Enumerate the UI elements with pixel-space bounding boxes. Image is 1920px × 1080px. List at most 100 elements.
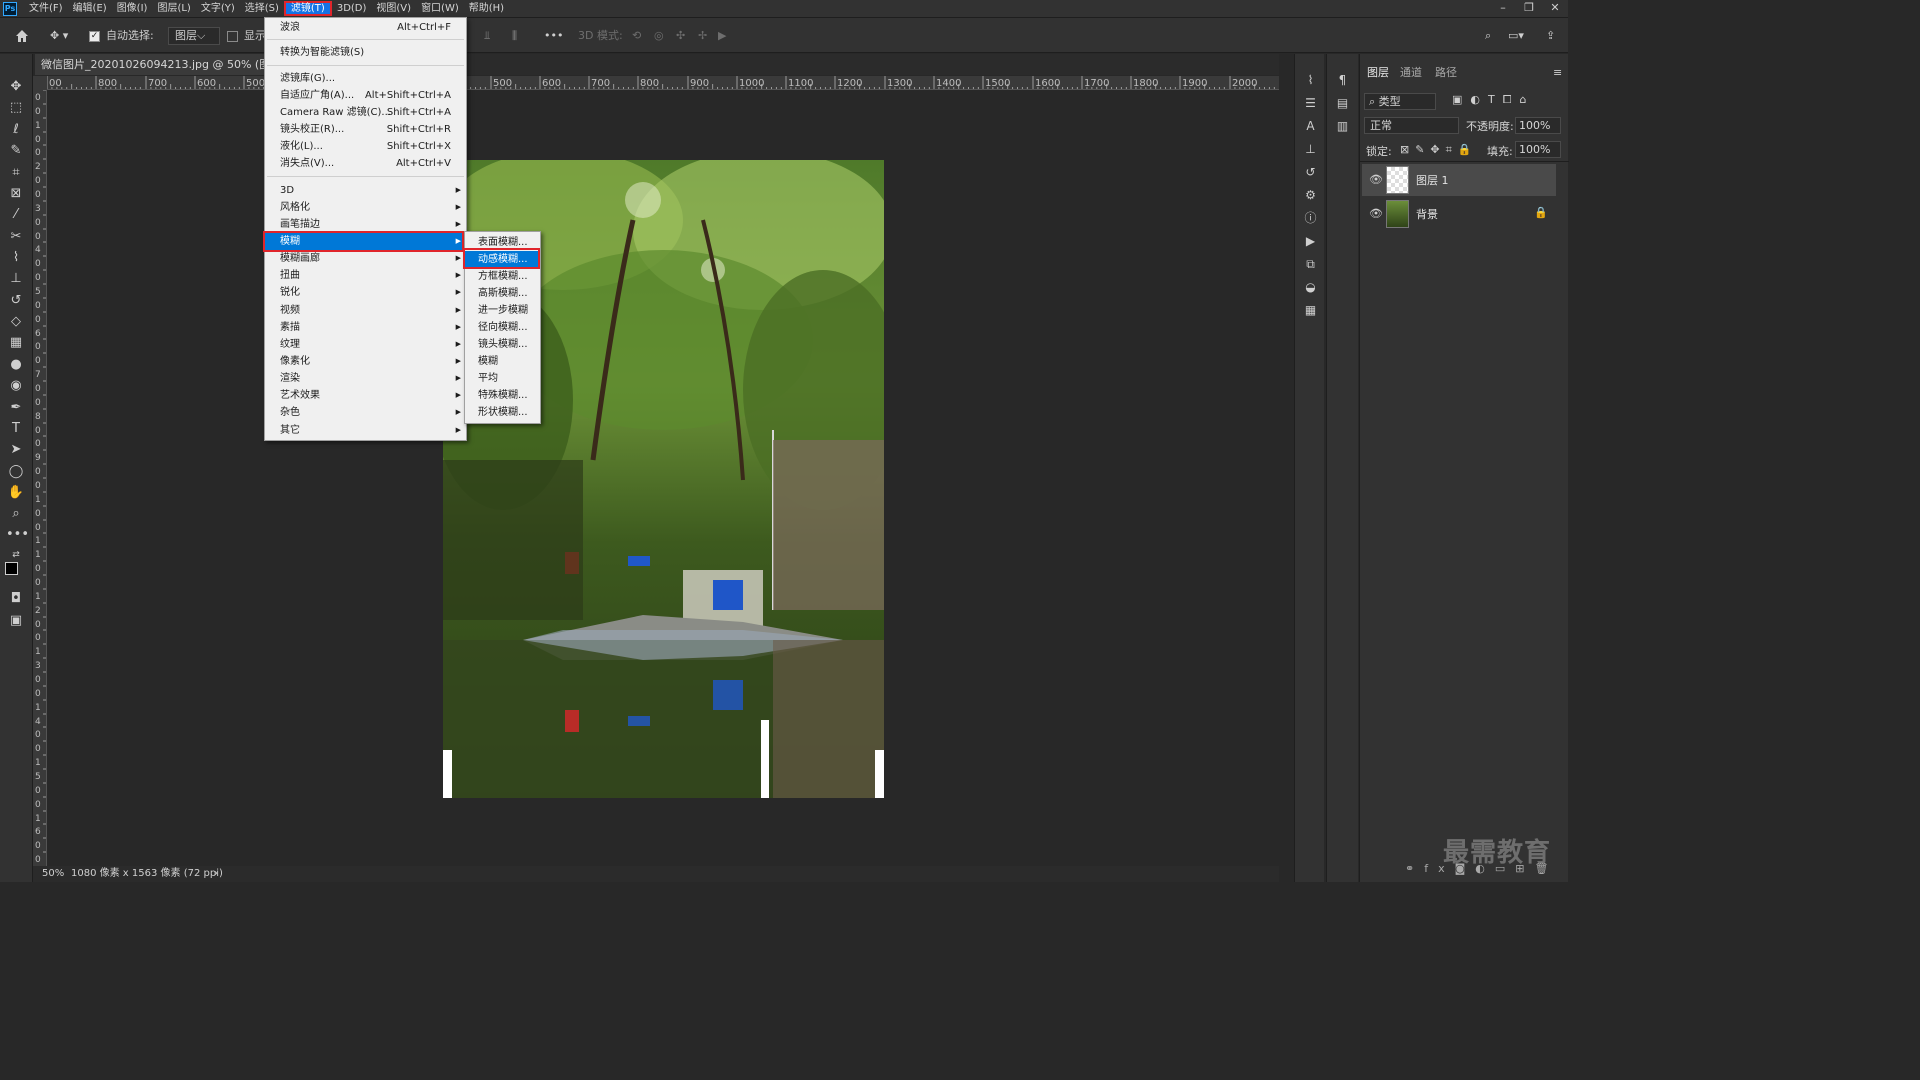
- menu-item-vanishing-point[interactable]: 消失点(V)... Alt+Ctrl+V: [265, 155, 466, 172]
- libraries-icon[interactable]: ▤: [1334, 95, 1351, 112]
- menu-filter[interactable]: 滤镜(T): [283, 1, 332, 16]
- 3d-panel-icon[interactable]: ◒: [1302, 279, 1319, 296]
- 3d-roll-icon[interactable]: ◎: [654, 18, 664, 54]
- tab-channels[interactable]: 通道: [1400, 64, 1422, 80]
- menu-item-texture[interactable]: 纹理 ▶: [265, 336, 466, 353]
- close-button[interactable]: ✕: [1542, 0, 1568, 17]
- menu-item-blur-simple[interactable]: 模糊: [465, 353, 540, 370]
- info-icon[interactable]: ⓘ: [1302, 210, 1319, 227]
- menu-item-3d[interactable]: 3D ▶: [265, 182, 466, 199]
- tool-presets-icon[interactable]: ⚙: [1302, 187, 1319, 204]
- menu-item-brush-strokes[interactable]: 画笔描边 ▶: [265, 216, 466, 233]
- distribute-icon[interactable]: ⫼: [512, 18, 517, 54]
- menu-item-average[interactable]: 平均: [465, 370, 540, 387]
- gradient-tool-icon[interactable]: ▦: [6, 334, 26, 352]
- adjustments-icon[interactable]: ☰: [1302, 95, 1319, 112]
- menu-item-distort[interactable]: 扭曲 ▶: [265, 267, 466, 284]
- more-options-icon[interactable]: •••: [544, 18, 563, 54]
- actions-icon[interactable]: ▶: [1302, 233, 1319, 250]
- lasso-tool-icon[interactable]: ℓ: [6, 121, 26, 139]
- dodge-tool-icon[interactable]: ◉: [6, 377, 26, 395]
- menu-item-convert-smart-filter[interactable]: 转换为智能滤镜(S): [265, 44, 466, 61]
- minimize-button[interactable]: –: [1490, 0, 1516, 17]
- menu-item-blur-gallery[interactable]: 模糊画廊 ▶: [265, 250, 466, 267]
- edit-toolbar-icon[interactable]: •••: [6, 526, 29, 544]
- menu-item-video[interactable]: 视频 ▶: [265, 302, 466, 319]
- healing-tool-icon[interactable]: ✂: [6, 228, 26, 246]
- menu-item-motion-blur[interactable]: 动感模糊...: [465, 251, 540, 268]
- marquee-tool-icon[interactable]: ⬚: [6, 99, 26, 117]
- 3d-rotate-icon[interactable]: ⟲: [632, 18, 641, 54]
- 3d-pan-icon[interactable]: ✣: [676, 18, 685, 54]
- fill-field[interactable]: 100%: [1515, 141, 1561, 158]
- search-icon[interactable]: ⌕: [1485, 18, 1491, 54]
- foreground-color-swatch[interactable]: [5, 562, 18, 575]
- share-icon[interactable]: ⇪: [1546, 18, 1555, 54]
- menu-item-gaussian-blur[interactable]: 高斯模糊...: [465, 285, 540, 302]
- menu-file[interactable]: 文件(F): [24, 1, 68, 16]
- menu-item-artistic[interactable]: 艺术效果 ▶: [265, 387, 466, 404]
- menu-item-liquify[interactable]: 液化(L)... Shift+Ctrl+X: [265, 138, 466, 155]
- layer-filter-icons[interactable]: ▣◐T⧠⌂: [1452, 93, 1535, 107]
- visibility-eye-icon[interactable]: 👁: [1369, 207, 1383, 220]
- move-tool-icon[interactable]: ✥ ▾: [50, 18, 68, 54]
- menu-image[interactable]: 图像(I): [112, 1, 153, 16]
- menu-item-camera-raw[interactable]: Camera Raw 滤镜(C)... Shift+Ctrl+A: [265, 104, 466, 121]
- zoom-level[interactable]: 50%: [42, 866, 64, 882]
- menu-help[interactable]: 帮助(H): [464, 1, 509, 16]
- menu-item-surface-blur[interactable]: 表面模糊...: [465, 234, 540, 251]
- menu-item-other[interactable]: 其它 ▶: [265, 422, 466, 439]
- panel-menu-icon[interactable]: ≡: [1553, 66, 1562, 79]
- blend-mode-dropdown[interactable]: 正常: [1364, 117, 1459, 134]
- history-icon[interactable]: ↺: [1302, 164, 1319, 181]
- vertical-ruler[interactable]: 0 0 1 0 0 2 0 0 3 0 0 4 0 0 5 0 0 6 0 0 7 0 0 8 0 0 9 0 0 1 0 0 1 1 0 0 1 2 0 0…: [33, 90, 47, 866]
- timeline-icon[interactable]: ⧉: [1302, 256, 1319, 273]
- menu-item-sharpen[interactable]: 锐化 ▶: [265, 284, 466, 301]
- layer-select-dropdown[interactable]: 图层: [168, 18, 221, 54]
- brush-tool-icon[interactable]: ⌇: [6, 249, 26, 267]
- menu-window[interactable]: 窗口(W): [416, 1, 464, 16]
- menu-item-adaptive-wide-angle[interactable]: 自适应广角(A)... Alt+Shift+Ctrl+A: [265, 87, 466, 104]
- home-icon[interactable]: [14, 18, 30, 54]
- layer-row-layer1[interactable]: 👁 图层 1: [1362, 164, 1556, 196]
- menu-item-filter-gallery[interactable]: 滤镜库(G)...: [265, 70, 466, 87]
- menu-view[interactable]: 视图(V): [371, 1, 416, 16]
- brush-settings-icon[interactable]: ⌇: [1302, 72, 1319, 89]
- align-bottom-icon[interactable]: ⫫: [484, 18, 490, 54]
- eyedropper-tool-icon[interactable]: ⁄: [6, 206, 26, 224]
- frame-tool-icon[interactable]: ⊠: [6, 185, 26, 203]
- menu-item-smart-blur[interactable]: 特殊模糊...: [465, 387, 540, 404]
- horizontal-ruler[interactable]: 0080070060050010020030040050060070080090…: [47, 76, 1279, 90]
- screen-mode-icon[interactable]: ▣: [6, 612, 26, 630]
- layer-name[interactable]: 背景: [1416, 206, 1438, 222]
- menu-select[interactable]: 选择(S): [240, 1, 284, 16]
- 3d-camera-icon[interactable]: ▶: [718, 18, 726, 54]
- menu-item-noise[interactable]: 杂色 ▶: [265, 404, 466, 421]
- layer-name[interactable]: 图层 1: [1416, 172, 1449, 188]
- crop-tool-icon[interactable]: ⌗: [6, 164, 26, 182]
- lock-icons[interactable]: ⊠✎✥⌗🔒: [1400, 143, 1478, 157]
- menu-item-blur[interactable]: 模糊 ▶: [265, 233, 466, 250]
- path-select-tool-icon[interactable]: ➤: [6, 441, 26, 459]
- clone-source-icon[interactable]: ⊥: [1302, 141, 1319, 158]
- zoom-tool-icon[interactable]: ⌕: [6, 505, 26, 523]
- swatches-icon[interactable]: ▦: [1302, 302, 1319, 319]
- menu-edit[interactable]: 编辑(E): [68, 1, 112, 16]
- show-transform-checkbox[interactable]: [227, 18, 238, 54]
- quick-select-tool-icon[interactable]: ✎: [6, 142, 26, 160]
- layer-filter-dropdown[interactable]: ⌕ 类型: [1364, 93, 1436, 110]
- paragraph-icon[interactable]: ¶: [1334, 72, 1351, 89]
- menu-item-box-blur[interactable]: 方框模糊...: [465, 268, 540, 285]
- menu-item-pixelate[interactable]: 像素化 ▶: [265, 353, 466, 370]
- properties-icon[interactable]: ▥: [1334, 118, 1351, 135]
- ruler-origin[interactable]: [33, 76, 47, 90]
- menu-item-lens-correction[interactable]: 镜头校正(R)... Shift+Ctrl+R: [265, 121, 466, 138]
- blur-tool-icon[interactable]: ●: [6, 356, 26, 374]
- visibility-eye-icon[interactable]: 👁: [1369, 173, 1383, 186]
- menu-item-blur-more[interactable]: 进一步模糊: [465, 302, 540, 319]
- status-menu-arrow[interactable]: ›: [214, 866, 218, 882]
- menu-type[interactable]: 文字(Y): [196, 1, 240, 16]
- pen-tool-icon[interactable]: ✒: [6, 399, 26, 417]
- history-brush-tool-icon[interactable]: ↺: [6, 292, 26, 310]
- type-tool-icon[interactable]: T: [6, 420, 26, 438]
